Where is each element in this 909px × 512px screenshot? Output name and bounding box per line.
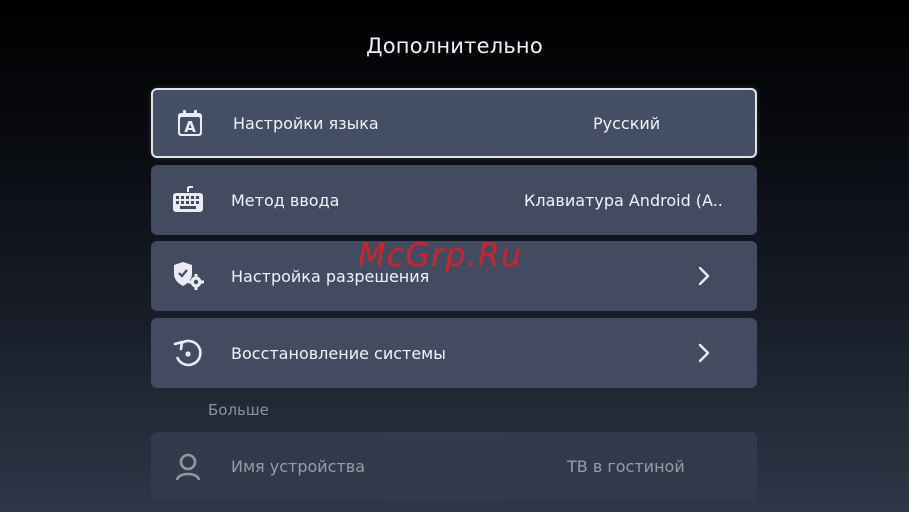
svg-text:A: A: [184, 118, 196, 136]
menu-item-input-method[interactable]: Метод ввода Клавиатура Android (A..: [151, 165, 757, 235]
permissions-icon: [171, 259, 205, 293]
watermark: McGrp.Ru: [358, 236, 523, 274]
menu-item-label: Метод ввода: [231, 190, 340, 210]
chevron-right-icon: [696, 265, 712, 287]
menu-item-label: Имя устройства: [231, 457, 366, 476]
menu-item-value: ТВ в гостиной: [567, 457, 685, 476]
menu-item-label: Настройки языка: [233, 113, 379, 133]
section-header-more: Больше: [208, 401, 269, 419]
menu-item-value: Русский: [593, 113, 661, 133]
page-title: Дополнительно: [366, 34, 543, 58]
menu-item-device-name[interactable]: Имя устройства ТВ в гостиной: [151, 432, 757, 502]
menu-item-language-settings[interactable]: A Настройки языка Русский: [151, 88, 757, 158]
chevron-right-icon: [696, 342, 712, 364]
language-icon: A: [173, 106, 207, 140]
menu-item-value: Клавиатура Android (A..: [524, 190, 723, 210]
menu-item-system-restore[interactable]: Восстановление системы: [151, 318, 757, 388]
keyboard-icon: [171, 183, 205, 217]
menu-item-label: Восстановление системы: [231, 343, 446, 363]
device-icon: [171, 450, 205, 484]
restore-icon: [171, 336, 205, 370]
